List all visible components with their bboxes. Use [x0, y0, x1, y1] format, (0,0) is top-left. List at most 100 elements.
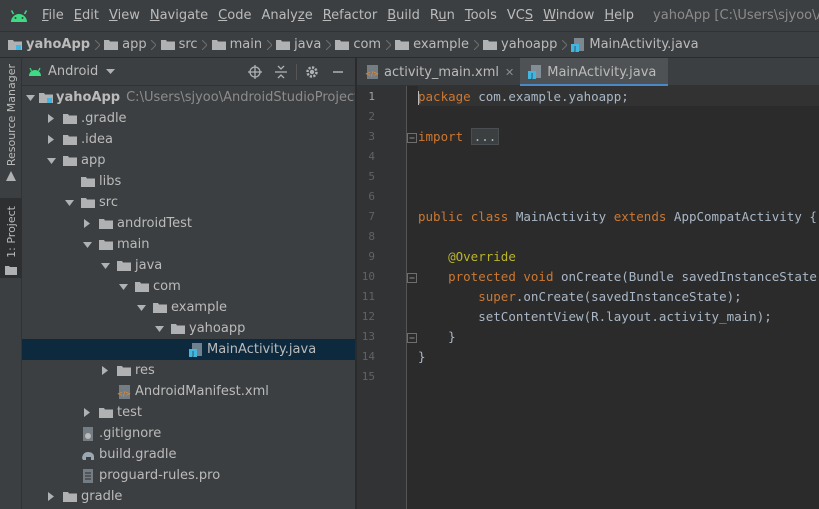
minimize-icon[interactable]	[325, 58, 351, 86]
fold-marker-icon[interactable]	[407, 272, 417, 283]
folder-icon	[80, 174, 96, 190]
menu-navigate[interactable]: Navigate	[145, 0, 213, 31]
folder-icon	[483, 39, 498, 51]
project-tool-tab[interactable]: 1: Project	[0, 198, 22, 278]
menu-vcs[interactable]: VCS	[502, 0, 538, 31]
svg-text:J: J	[530, 72, 533, 79]
menu-refactor[interactable]: Refactor	[318, 0, 383, 31]
menu-view[interactable]: View	[104, 0, 145, 31]
expand-arrow-down-icon[interactable]	[152, 318, 166, 339]
line-number: 11	[361, 290, 375, 303]
close-icon[interactable]: ✕	[505, 66, 514, 79]
menu-edit[interactable]: Edit	[69, 0, 104, 31]
resource-manager-tab[interactable]: Resource Manager	[0, 64, 22, 184]
expand-arrow-right-icon[interactable]	[44, 486, 58, 507]
tree-item-yahoapp[interactable]: yahoapp	[22, 318, 355, 339]
tree-item-label: yahoApp	[56, 90, 121, 105]
tree-item-androidtest[interactable]: androidTest	[22, 213, 355, 234]
breadcrumb-app[interactable]: app	[104, 32, 147, 57]
breadcrumb-main[interactable]: main	[211, 32, 262, 57]
breadcrumb-yahoapp[interactable]: yahoApp	[8, 32, 90, 57]
tree-item-libs[interactable]: libs	[22, 171, 355, 192]
tab-mainactivity-java[interactable]: J MainActivity.java	[520, 58, 669, 87]
expand-arrow-down-icon[interactable]	[62, 192, 76, 213]
line-number: 2	[368, 110, 375, 123]
menu-window[interactable]: Window	[538, 0, 599, 31]
collapse-all-icon[interactable]	[268, 58, 294, 86]
fold-marker-icon[interactable]	[407, 332, 417, 343]
locate-target-icon[interactable]	[242, 58, 268, 86]
menu-help[interactable]: Help	[599, 0, 639, 31]
tree-item-label: AndroidManifest.xml	[135, 384, 269, 399]
folder-icon	[134, 279, 150, 295]
tree-item-androidmanifest-xml[interactable]: </> AndroidManifest.xml	[22, 381, 355, 402]
tree-item-src[interactable]: src	[22, 192, 355, 213]
tree-item-proguard-rules-pro[interactable]: proguard-rules.pro	[22, 465, 355, 486]
project-folder-icon	[5, 264, 17, 278]
tree-item-test[interactable]: test	[22, 402, 355, 423]
menu-run[interactable]: Run	[425, 0, 460, 31]
tree-item-com[interactable]: com	[22, 276, 355, 297]
project-view-selector[interactable]: Android	[48, 64, 116, 79]
folded-imports[interactable]: ...	[470, 128, 500, 145]
expand-arrow-right-icon[interactable]	[80, 213, 94, 234]
menu-tools[interactable]: Tools	[460, 0, 502, 31]
tree-item-main[interactable]: main	[22, 234, 355, 255]
folder-icon	[62, 489, 78, 505]
tree-item-res[interactable]: res	[22, 360, 355, 381]
expand-arrow-right-icon[interactable]	[98, 360, 112, 381]
expand-arrow-down-icon[interactable]	[116, 276, 130, 297]
expand-arrow-down-icon[interactable]	[26, 87, 35, 108]
code-line: setContentView(R.layout.activity_main);	[478, 309, 772, 324]
code-line: }	[418, 329, 456, 344]
tree-item-gradle[interactable]: .gradle	[22, 108, 355, 129]
expand-arrow-down-icon[interactable]	[80, 234, 94, 255]
folder-icon	[80, 195, 96, 211]
breadcrumb-com[interactable]: com	[335, 32, 382, 57]
tab-activity-main-xml[interactable]: </> activity_main.xml ✕	[357, 58, 520, 86]
gear-icon[interactable]	[299, 58, 325, 86]
breadcrumb-yahoapp[interactable]: yahoapp	[483, 32, 557, 57]
tree-item-app[interactable]: app	[22, 150, 355, 171]
expand-arrow-down-icon[interactable]	[134, 297, 148, 318]
tree-item-example[interactable]: example	[22, 297, 355, 318]
editor-tabs: </> activity_main.xml ✕ J MainActivity.java	[357, 58, 819, 87]
expand-arrow-down-icon[interactable]	[98, 255, 112, 276]
breadcrumb-example[interactable]: example	[395, 32, 469, 57]
java-file-icon: J	[528, 65, 542, 79]
breadcrumb-java[interactable]: java	[276, 32, 321, 57]
xml-file-icon: </>	[365, 65, 379, 79]
code-area[interactable]: package com.example.yahoapp; import ... pu…	[418, 86, 819, 509]
menu-file[interactable]: File	[37, 0, 69, 31]
menu-build[interactable]: Build	[382, 0, 425, 31]
menu-analyze[interactable]: Analyze	[256, 0, 317, 31]
tree-item-mainactivity-java[interactable]: J MainActivity.java	[22, 339, 355, 360]
tree-item-java[interactable]: java	[22, 255, 355, 276]
expand-arrow-right-icon[interactable]	[80, 402, 94, 423]
tab-label: MainActivity.java	[547, 64, 657, 80]
tree-item-gitignore[interactable]: .gitignore	[22, 423, 355, 444]
breadcrumb: yahoApp app src main java com example yahoapp J M…	[0, 31, 819, 58]
breadcrumb-src[interactable]: src	[160, 32, 198, 57]
tree-item-build-gradle[interactable]: build.gradle	[22, 444, 355, 465]
tree-item-yahoapp[interactable]: yahoApp C:\Users\sjyoo\AndroidStudioProje…	[22, 87, 355, 108]
tab-label: activity_main.xml	[384, 64, 500, 80]
tree-item-label: com	[153, 279, 181, 294]
chevron-right-icon	[147, 32, 161, 57]
tree-item-idea[interactable]: .idea	[22, 129, 355, 150]
expand-arrow-right-icon[interactable]	[44, 129, 58, 150]
breadcrumb-mainactivity-java[interactable]: J MainActivity.java	[571, 32, 699, 57]
expand-arrow-right-icon[interactable]	[44, 108, 58, 129]
tree-item-label: gradle	[81, 489, 123, 504]
tree-item-label: .gitignore	[99, 426, 162, 441]
code-line: import ...	[418, 127, 500, 147]
fold-marker-icon[interactable]	[407, 132, 417, 143]
svg-text:</>: </>	[117, 390, 131, 398]
tree-item-gradle[interactable]: gradle	[22, 486, 355, 507]
breadcrumb-label: com	[353, 37, 382, 52]
expand-arrow-down-icon[interactable]	[44, 150, 58, 171]
menu-code[interactable]: Code	[213, 0, 256, 31]
